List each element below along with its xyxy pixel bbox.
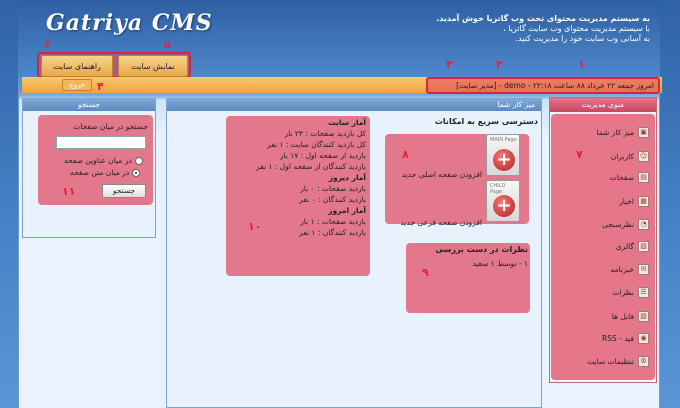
add-main-page-icon[interactable]: MAIN Page + xyxy=(486,134,520,176)
menu-item[interactable]: تنظیمات سایت ⚙ xyxy=(553,351,653,371)
annotation-9: ۹ xyxy=(422,266,429,279)
menu-item-label: فایل ها xyxy=(611,311,634,321)
stats-yesterday-visits: بازدید صفحات : ۰ بار xyxy=(300,184,366,193)
welcome-line-2: به آسانی وب سایت خود را مدیریت کنید. xyxy=(515,34,650,43)
menu-item-label: نظرسنجی xyxy=(601,219,634,229)
desk-title: میز کار شما xyxy=(167,99,541,111)
child-page-tag: CHILD Page xyxy=(490,183,506,195)
menu-item[interactable]: فایل ها ▧ xyxy=(553,306,653,326)
stats-first-page-visits: بازدید از صفحه اول : ۱۷ بار xyxy=(279,151,366,160)
add-main-page-link[interactable]: افزودن صفحه اصلی جدید xyxy=(386,170,482,179)
stats-today-title: آمار امروز xyxy=(328,206,366,215)
menu-item-label: RSS - فید xyxy=(601,333,634,343)
newsletter-icon: ✉ xyxy=(638,263,649,275)
stats-total-site-visitors: کل بازدید کنندگان سایت : ۱ نفر xyxy=(267,140,366,149)
annotation-7: ۷ xyxy=(576,148,583,161)
welcome-text: به سیستم مدیریت محتوای تحت وب گاتریا خوش… xyxy=(380,14,650,44)
stats-yesterday-title: آمار دیروز xyxy=(328,173,366,182)
status-line: امروز جمعه ۲۲ خرداد ۸۸ ساعت ۲۲:۱۸ - demo… xyxy=(426,77,660,94)
menu-item-label: میز کار شما xyxy=(596,127,634,137)
menu-item[interactable]: صفحات ▤ xyxy=(553,167,653,187)
users-icon: ☺ xyxy=(638,150,649,162)
settings-icon: ⚙ xyxy=(638,355,649,367)
menu-item-label: اخبار xyxy=(619,196,634,206)
annotation-8: ۸ xyxy=(402,148,409,161)
menu-item[interactable]: میز کار شما ▣ xyxy=(553,122,653,142)
site-guide-button[interactable]: راهنمای سایت xyxy=(41,55,113,77)
desktop-icon: ▣ xyxy=(638,126,649,138)
menu-item-label: صفحات xyxy=(609,172,634,182)
search-button[interactable]: جستجو xyxy=(102,184,146,198)
stats-site-title: آمار سایت xyxy=(328,118,366,127)
files-icon: ▧ xyxy=(638,310,649,322)
menu-item-label: خبرنامه xyxy=(610,264,634,274)
news-icon: ▦ xyxy=(638,195,649,207)
rss-icon: ◉ xyxy=(638,332,649,344)
radio-titles[interactable] xyxy=(134,156,143,165)
management-menu-title: منوی مدیریت xyxy=(550,98,656,112)
search-input[interactable] xyxy=(56,136,146,149)
view-site-button[interactable]: نمایش سایت xyxy=(118,55,188,77)
menu-item[interactable]: خبرنامه ✉ xyxy=(553,259,653,279)
menu-item[interactable]: نظرسنجی ◔ xyxy=(553,214,653,234)
stats-yesterday-visitors: بازدید کنندگان : ۰ نفر xyxy=(299,195,366,204)
annotation-3: ۳ xyxy=(446,58,453,71)
menu-item[interactable]: اخبار ▦ xyxy=(553,191,653,211)
stats-total-page-visits: کل بازدید صفحات : ۲۳ بار xyxy=(284,129,366,138)
menu-item-label: نظرات xyxy=(612,287,634,297)
add-child-page-icon[interactable]: CHILD Page + xyxy=(486,180,520,222)
comments-icon: ☰ xyxy=(638,286,649,298)
annotation-6: ۶ xyxy=(44,38,51,51)
logo: Gatriya CMS xyxy=(46,10,213,36)
radio-row-text[interactable]: در میان متن صفحه xyxy=(70,168,141,177)
radio-text-label: در میان متن صفحه xyxy=(70,168,130,177)
welcome-line-1: با سیستم مدیریت محتوای وب سایت گاتریا ، xyxy=(503,24,650,33)
menu-item[interactable]: نظرات ☰ xyxy=(553,282,653,302)
plus-icon: + xyxy=(493,149,515,171)
radio-text[interactable] xyxy=(132,168,141,177)
annotation-5: ۵ xyxy=(164,38,171,51)
radio-row-titles[interactable]: در میان عناوین صفحه xyxy=(64,156,143,165)
annotation-10: ۱۰ xyxy=(248,220,262,233)
menu-item[interactable]: گالری ▨ xyxy=(553,236,653,256)
review-title: نظرات در دست بررسی xyxy=(435,245,528,254)
quick-access-title: دسترسی سریع به امکانات xyxy=(434,117,538,126)
menu-item-label: کاربران xyxy=(610,151,634,161)
annotation-2: ۲ xyxy=(496,58,503,71)
gallery-icon: ▨ xyxy=(638,240,649,252)
stats-first-page-visitors: بازدید کنندگان از صفحه اول : ۱ نفر xyxy=(256,162,366,171)
annotation-1: ۱ xyxy=(578,58,585,71)
menu-item-label: گالری xyxy=(615,241,634,251)
radio-titles-label: در میان عناوین صفحه xyxy=(64,156,132,165)
pages-icon: ▤ xyxy=(638,171,649,183)
main-page-tag: MAIN Page xyxy=(490,137,517,143)
search-label: جستجو در میان صفحات xyxy=(73,122,148,131)
menu-item-label: تنظیمات سایت xyxy=(587,356,634,366)
annotation-4: ۴ xyxy=(97,80,104,93)
exit-button[interactable]: خروج xyxy=(62,79,92,91)
search-panel-title: جستجو xyxy=(23,99,155,111)
add-child-page-link[interactable]: افزودن صفحه فرعی جدید xyxy=(386,218,482,227)
plus-icon: + xyxy=(493,195,515,217)
annotation-11: ۱۱ xyxy=(62,185,76,198)
welcome-title: به سیستم مدیریت محتوای تحت وب گاتریا خوش… xyxy=(436,14,650,23)
menu-item[interactable]: کاربران ☺ xyxy=(553,146,653,166)
menu-item[interactable]: RSS - فید ◉ xyxy=(553,328,653,348)
poll-icon: ◔ xyxy=(638,218,649,230)
